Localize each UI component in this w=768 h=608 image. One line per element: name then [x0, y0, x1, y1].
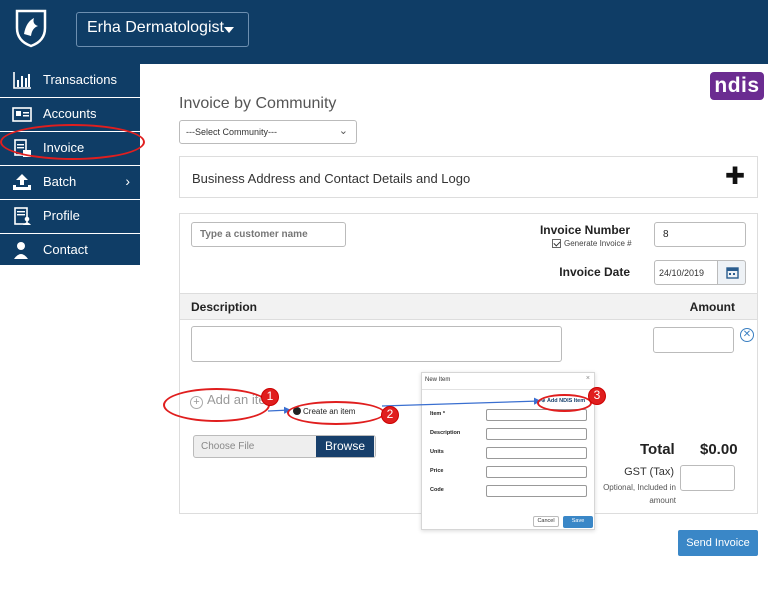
highlight-ring-add-item — [163, 388, 270, 422]
annotation-arrows — [267, 397, 542, 414]
highlight-ring-invoice — [0, 124, 145, 160]
step-badge-2: 2 — [381, 406, 399, 424]
highlight-ring-create-item — [287, 401, 385, 425]
step-badge-3: 3 — [588, 387, 606, 405]
step-badge-1: 1 — [261, 388, 279, 406]
highlight-ring-add-ndis — [537, 394, 592, 412]
